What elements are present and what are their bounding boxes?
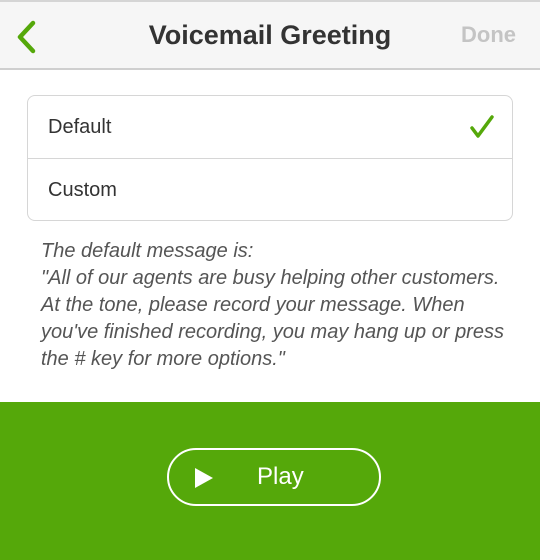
play-icon (195, 468, 213, 488)
option-custom[interactable]: Custom (28, 158, 512, 220)
description-message: "All of our agents are busy helping othe… (41, 267, 504, 370)
playback-panel: Play (0, 402, 540, 560)
description-heading: The default message is: (41, 240, 254, 262)
nav-bar: Voicemail Greeting Done (0, 0, 540, 70)
option-label: Custom (48, 178, 117, 201)
option-default[interactable]: Default (28, 96, 512, 158)
option-label: Default (48, 115, 112, 138)
default-message-description: The default message is: "All of our agen… (41, 238, 521, 373)
greeting-options-list: Default Custom (27, 95, 513, 221)
back-button[interactable] (4, 10, 48, 64)
play-button[interactable]: Play (167, 448, 381, 506)
chevron-left-icon (17, 20, 36, 54)
voicemail-greeting-screen: Voicemail Greeting Done Default Custom T… (0, 0, 540, 560)
page-title: Voicemail Greeting (148, 19, 392, 50)
play-label: Play (257, 463, 304, 490)
done-button[interactable]: Done (461, 2, 516, 68)
checkmark-icon (470, 115, 494, 138)
